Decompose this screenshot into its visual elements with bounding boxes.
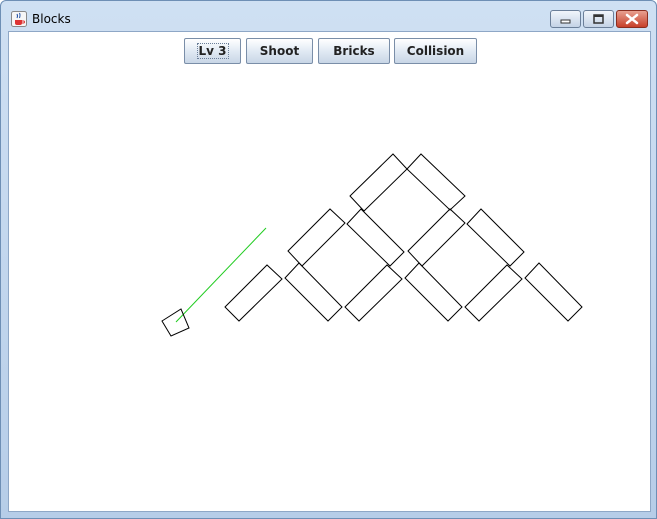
brick xyxy=(224,264,283,322)
game-canvas[interactable] xyxy=(9,32,650,511)
minimize-icon xyxy=(560,19,571,24)
brick xyxy=(287,208,346,267)
brick xyxy=(407,208,466,267)
game-panel: Lv 3 Shoot Bricks Collision xyxy=(8,31,651,512)
maximize-button[interactable] xyxy=(583,10,614,28)
brick xyxy=(524,262,583,322)
app-window: Blocks Lv 3 Shoot Bricks Collision xyxy=(0,0,657,519)
brick xyxy=(406,153,466,211)
brick xyxy=(404,262,463,322)
brick xyxy=(464,264,523,322)
brick xyxy=(344,264,403,322)
brick xyxy=(466,208,525,267)
brick xyxy=(349,153,408,212)
close-button[interactable] xyxy=(616,10,648,28)
minimize-button[interactable] xyxy=(550,10,581,28)
brick xyxy=(284,262,343,322)
window-title: Blocks xyxy=(32,12,71,26)
maximize-icon xyxy=(593,14,604,24)
brick xyxy=(346,208,405,267)
close-icon xyxy=(625,13,639,25)
title-bar[interactable]: Blocks xyxy=(1,1,656,31)
java-cup-icon xyxy=(11,11,27,27)
